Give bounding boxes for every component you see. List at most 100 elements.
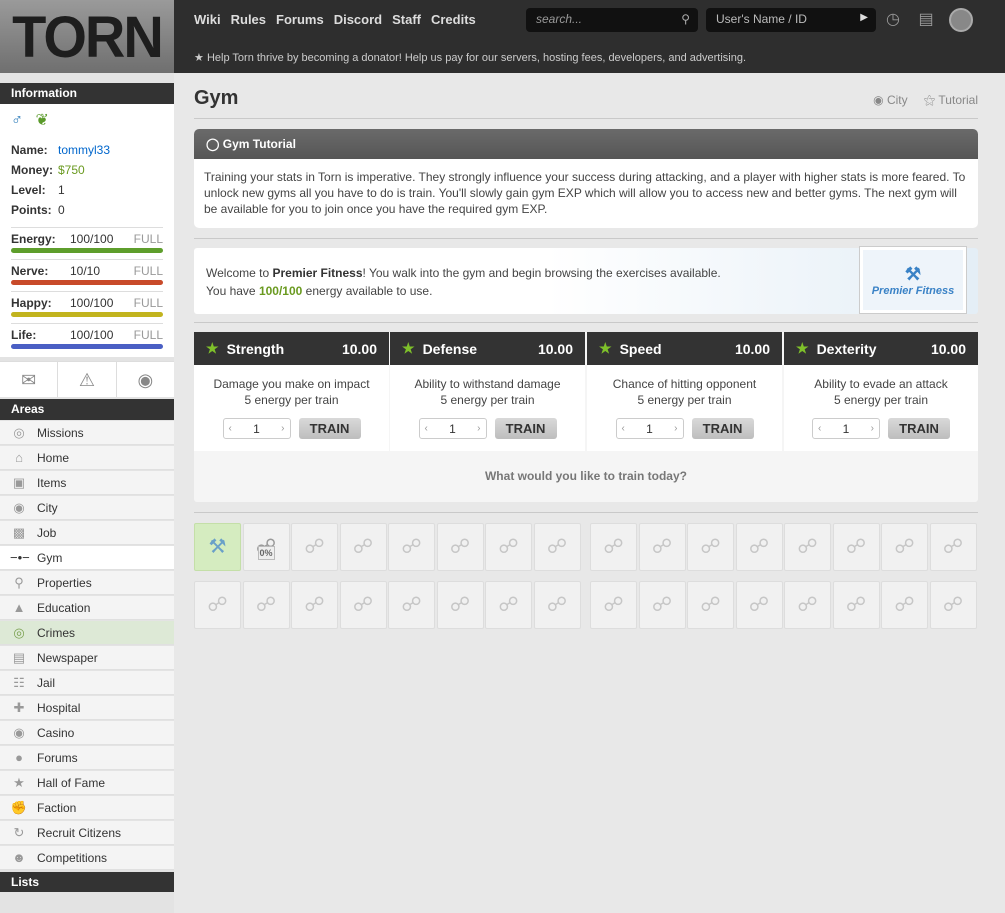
gym-locked[interactable]: ☍	[485, 581, 532, 629]
sidebar-item-forums[interactable]: ● Forums	[0, 746, 174, 770]
gym-locked[interactable]: ☍	[533, 581, 581, 629]
gym-locked[interactable]: ☍	[339, 581, 387, 629]
sidebar-item-education[interactable]: ▲ Education	[0, 596, 174, 620]
gym-locked[interactable]: ☍	[687, 523, 734, 571]
quantity-stepper[interactable]: ‹ 1 ›	[222, 418, 291, 439]
gym-locked[interactable]: ☍	[388, 523, 435, 571]
gym-locked[interactable]: ☍	[436, 581, 484, 629]
gym-locked[interactable]: ☍	[590, 523, 637, 571]
page-links: ◉ City ⚝ Tutorial	[873, 93, 978, 108]
avatar[interactable]	[949, 8, 973, 32]
search-input[interactable]: search... ⚲	[526, 8, 698, 32]
sidebar-item-hospital[interactable]: ✚ Hospital	[0, 696, 174, 720]
increment-icon[interactable]: ›	[281, 423, 284, 434]
decrement-icon[interactable]: ‹	[622, 423, 625, 434]
clock-icon[interactable]: ◷	[883, 10, 903, 30]
gym-locked[interactable]: ☍	[832, 581, 880, 629]
increment-icon[interactable]: ›	[871, 423, 874, 434]
gym-locked[interactable]: ☍	[784, 523, 831, 571]
nerve-bar[interactable]: Nerve: 10/10 FULL	[11, 263, 163, 285]
gym-locked[interactable]: ☍	[485, 523, 532, 571]
sidebar-item-recruit-citizens[interactable]: ↻ Recruit Citizens	[0, 821, 174, 845]
tutorial-link[interactable]: ⚝ Tutorial	[924, 93, 978, 108]
sidebar-item-crimes[interactable]: ◎ Crimes	[0, 621, 174, 645]
gym-locked[interactable]: ☍	[533, 523, 581, 571]
mail-icon[interactable]: ✉	[0, 362, 59, 397]
gym-locked[interactable]: ☍	[194, 581, 241, 629]
nav-credits[interactable]: Credits	[431, 12, 476, 27]
increment-icon[interactable]: ›	[674, 423, 677, 434]
increment-icon[interactable]: ›	[477, 423, 480, 434]
sidebar-item-city[interactable]: ◉ City	[0, 496, 174, 520]
gym-locked[interactable]: ☍	[881, 581, 928, 629]
quantity-stepper[interactable]: ‹ 1 ›	[615, 418, 684, 439]
gym-premier-fitness[interactable]: ⚒	[194, 523, 241, 571]
search-icon[interactable]: ⚲	[681, 12, 690, 26]
medal-icon[interactable]: ◉	[117, 362, 174, 397]
sidebar-item-casino[interactable]: ◉ Casino	[0, 721, 174, 745]
sidebar-item-gym[interactable]: −•− Gym	[0, 546, 174, 570]
sidebar-item-job[interactable]: ▩ Job	[0, 521, 174, 545]
gym-locked[interactable]: ☍	[784, 581, 831, 629]
gym-locked[interactable]: ☍	[929, 523, 977, 571]
name-row: Name: tommyl33	[11, 143, 111, 157]
life-bar[interactable]: Life: 100/100 FULL	[11, 327, 163, 349]
sidebar-item-home[interactable]: ⌂ Home	[0, 446, 174, 470]
tutorial-header[interactable]: ◯ Gym Tutorial	[194, 129, 978, 159]
player-name-link[interactable]: tommyl33	[58, 143, 110, 157]
energy-bar[interactable]: Energy: 100/100 FULL	[11, 231, 163, 253]
nav-discord[interactable]: Discord	[334, 12, 382, 27]
city-link[interactable]: ◉ City	[873, 93, 908, 108]
sidebar-item-properties[interactable]: ⚲ Properties	[0, 571, 174, 595]
gym-locked[interactable]: ☍	[832, 523, 880, 571]
lock-icon: ☍	[207, 594, 228, 616]
sidebar-item-items[interactable]: ▣ Items	[0, 471, 174, 495]
go-arrow-icon[interactable]: ▶	[860, 12, 868, 23]
train-speed-button[interactable]: TRAIN	[691, 418, 754, 439]
nav-forums[interactable]: Forums	[276, 12, 324, 27]
lock-icon: ☍	[942, 594, 964, 616]
gym-locked[interactable]: ☍	[929, 581, 977, 629]
crossed-hammers-icon: ⚒	[904, 264, 922, 284]
sidebar-item-newspaper[interactable]: ▤ Newspaper	[0, 646, 174, 670]
nav-staff[interactable]: Staff	[392, 12, 421, 27]
user-id-input[interactable]: User's Name / ID ▶	[706, 8, 876, 32]
stat-dexterity: ★ Dexterity 10.00 Ability to evade an atta…	[784, 332, 978, 451]
sidebar-item-hall-of-fame[interactable]: ★ Hall of Fame	[0, 771, 174, 795]
sidebar-item-faction[interactable]: ✊ Faction	[0, 796, 174, 820]
notepad-icon[interactable]: ▤	[916, 10, 936, 30]
gym-locked[interactable]: ☍	[291, 581, 338, 629]
happy-bar-fill	[11, 312, 163, 317]
gym-locked[interactable]: ☍	[590, 581, 637, 629]
speed-icon: ★	[599, 340, 612, 356]
happy-bar[interactable]: Happy: 100/100 FULL	[11, 295, 163, 317]
sidebar-item-competitions[interactable]: ☻ Competitions	[0, 846, 174, 870]
gym-locked[interactable]: ☍	[735, 523, 783, 571]
torn-logo[interactable]: TORN	[0, 0, 174, 73]
gym-locked[interactable]: ☍	[388, 581, 435, 629]
alert-icon[interactable]: ⚠	[58, 362, 117, 397]
decrement-icon[interactable]: ‹	[229, 423, 232, 434]
quantity-stepper[interactable]: ‹ 1 ›	[812, 418, 880, 439]
gym-locked[interactable]: ☍	[339, 523, 387, 571]
train-dexterity-button[interactable]: TRAIN	[888, 418, 950, 439]
gym-next-progress[interactable]: ☍0%	[242, 523, 290, 571]
gym-locked[interactable]: ☍	[291, 523, 338, 571]
sidebar-item-jail[interactable]: ☷ Jail	[0, 671, 174, 695]
nav-wiki[interactable]: Wiki	[194, 12, 221, 27]
gym-locked[interactable]: ☍	[687, 581, 734, 629]
gym-locked[interactable]: ☍	[881, 523, 928, 571]
decrement-icon[interactable]: ‹	[425, 423, 428, 434]
decrement-icon[interactable]: ‹	[818, 423, 821, 434]
train-strength-button[interactable]: TRAIN	[298, 418, 361, 439]
gym-locked[interactable]: ☍	[242, 581, 290, 629]
gym-locked[interactable]: ☍	[436, 523, 484, 571]
quantity-stepper[interactable]: ‹ 1 ›	[418, 418, 487, 439]
nav-rules[interactable]: Rules	[231, 12, 266, 27]
money-value[interactable]: $750	[58, 163, 85, 177]
gym-locked[interactable]: ☍	[638, 523, 686, 571]
gym-locked[interactable]: ☍	[735, 581, 783, 629]
train-defense-button[interactable]: TRAIN	[494, 418, 557, 439]
gym-locked[interactable]: ☍	[638, 581, 686, 629]
sidebar-item-missions[interactable]: ◎ Missions	[0, 421, 174, 445]
